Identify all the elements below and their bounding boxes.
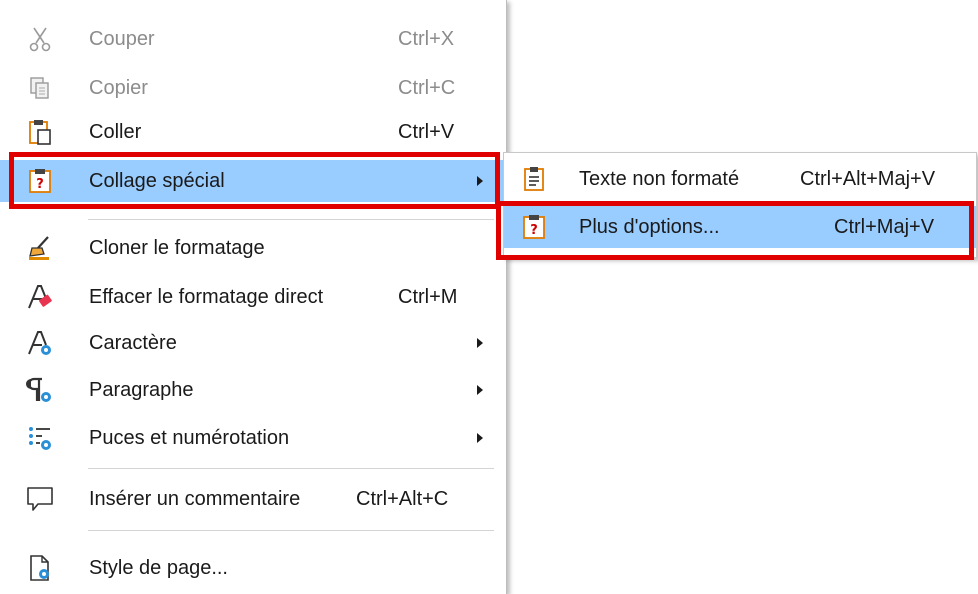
menu-item-label: Caractère (89, 332, 177, 354)
menu-item-inserer-commentaire[interactable]: Insérer un commentaire Ctrl+Alt+C (0, 478, 506, 520)
menu-item-shortcut: Ctrl+Alt+C (356, 488, 449, 510)
menu-item-label: Effacer le formatage direct (89, 286, 324, 308)
menu-item-caractere[interactable]: Caractère (0, 322, 506, 364)
page-style-icon (26, 554, 54, 582)
submenu-item-shortcut: Ctrl+Alt+Maj+V (800, 168, 936, 190)
menu-item-cloner-formatage[interactable]: Cloner le formatage (0, 227, 506, 269)
menu-item-label: Copier (89, 77, 148, 99)
scissors-icon (26, 25, 54, 53)
menu-item-label: Coller (89, 121, 142, 143)
unformatted-text-icon (520, 165, 548, 193)
clear-formatting-icon (26, 283, 54, 311)
menu-item-shortcut: Ctrl+M (398, 286, 458, 308)
annotation-highlight-box (9, 152, 500, 209)
menu-item-shortcut: Ctrl+X (398, 28, 455, 50)
bullets-numbering-icon (26, 424, 54, 452)
submenu-arrow-icon (477, 433, 483, 443)
context-menu: Couper Ctrl+X Copier Ctrl+C Coller Ctrl+… (0, 0, 507, 594)
menu-item-shortcut: Ctrl+V (398, 121, 455, 143)
menu-item-label: Cloner le formatage (89, 237, 265, 259)
menu-separator (88, 468, 494, 469)
submenu-arrow-icon (477, 385, 483, 395)
submenu-item-texte-non-formate[interactable]: Texte non formaté Ctrl+Alt+Maj+V (504, 158, 976, 200)
menu-item-label: Style de page... (89, 557, 228, 579)
menu-item-effacer-formatage[interactable]: Effacer le formatage direct Ctrl+M (0, 276, 506, 318)
menu-item-label: Couper (89, 28, 155, 50)
menu-separator (88, 219, 494, 220)
comment-icon (26, 485, 54, 513)
menu-separator (88, 530, 494, 531)
clone-formatting-icon (26, 234, 54, 262)
paragraph-icon (26, 376, 54, 404)
copy-icon (26, 74, 54, 102)
menu-item-label: Insérer un commentaire (89, 488, 301, 510)
menu-item-style-de-page[interactable]: Style de page... (0, 547, 506, 589)
menu-item-puces-numerotation[interactable]: Puces et numérotation (0, 417, 506, 459)
annotation-highlight-box (496, 201, 974, 260)
menu-item-copier[interactable]: Copier Ctrl+C (0, 67, 506, 109)
menu-item-shortcut: Ctrl+C (398, 77, 456, 99)
menu-item-couper[interactable]: Couper Ctrl+X (0, 18, 506, 60)
menu-item-coller[interactable]: Coller Ctrl+V (0, 111, 506, 153)
menu-item-label: Paragraphe (89, 379, 194, 401)
paste-icon (26, 118, 54, 146)
submenu-item-label: Texte non formaté (579, 168, 740, 190)
menu-item-paragraphe[interactable]: Paragraphe (0, 369, 506, 411)
character-icon (26, 329, 54, 357)
menu-item-label: Puces et numérotation (89, 427, 290, 449)
submenu-arrow-icon (477, 338, 483, 348)
